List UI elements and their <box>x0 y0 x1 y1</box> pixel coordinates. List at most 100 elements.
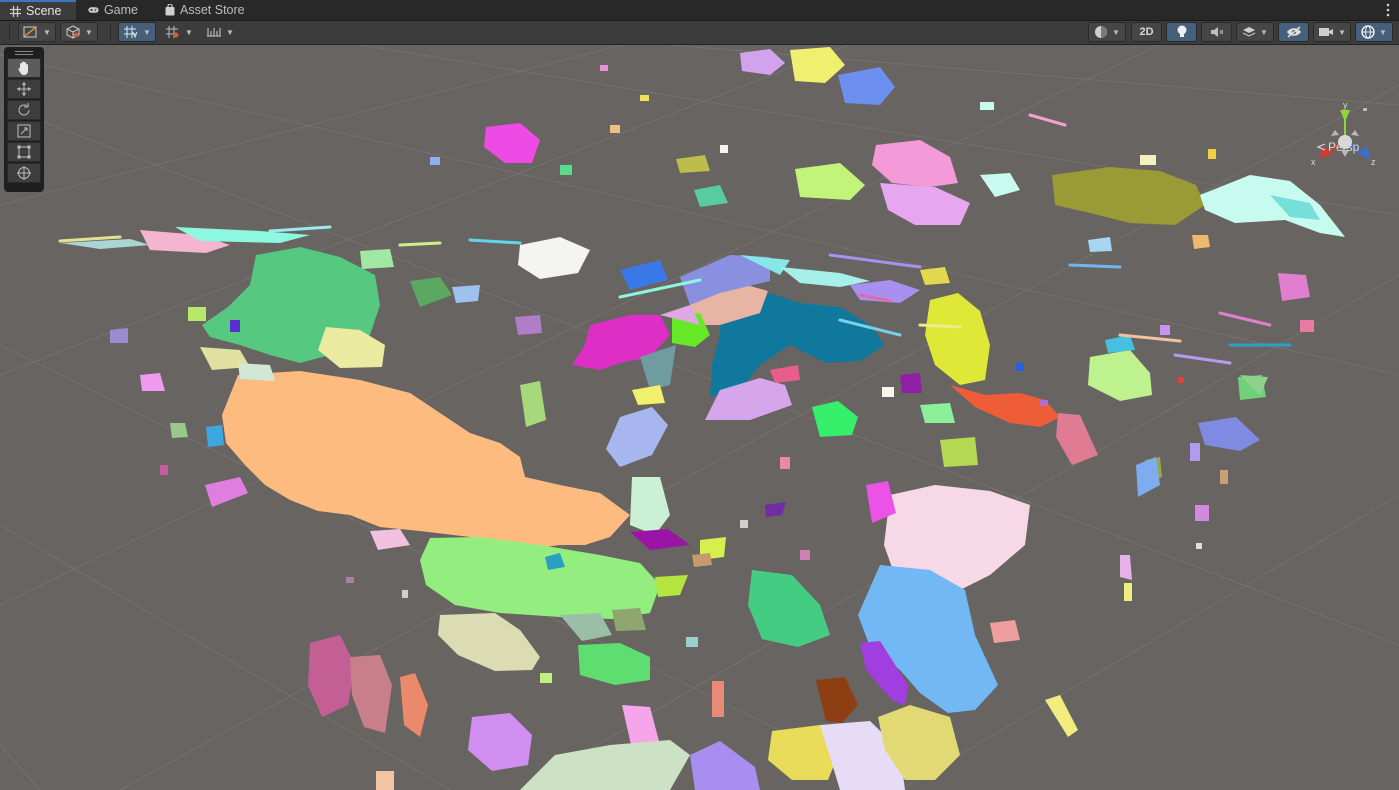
terrain-patch <box>518 237 590 279</box>
grid-snap-icon <box>124 26 138 39</box>
terrain-patch <box>360 249 394 269</box>
terrain-patch <box>920 267 950 285</box>
tab-label: Scene <box>26 4 62 18</box>
terrain-patch <box>520 740 690 790</box>
draw-mode-dropdown[interactable]: ▼ <box>18 22 56 42</box>
tab-label: Asset Store <box>180 3 245 17</box>
tab-scene[interactable]: Scene <box>0 0 76 20</box>
effects-dropdown[interactable]: ▼ <box>1236 22 1274 42</box>
scene-visibility-toggle[interactable] <box>1278 22 1309 42</box>
scale-icon <box>17 124 31 138</box>
camera-dropdown[interactable]: ▼ <box>1313 22 1351 42</box>
terrain-patch <box>1136 457 1160 497</box>
terrain-patch <box>790 47 845 83</box>
grid-snap-dropdown[interactable]: ▼ <box>118 22 156 42</box>
terrain-patch <box>1192 235 1210 249</box>
terrain-patch <box>612 608 646 631</box>
chevron-down-icon: ▼ <box>226 27 234 37</box>
projection-label: Persp <box>1328 140 1360 154</box>
terrain-patch <box>110 328 128 343</box>
terrain-patch <box>578 643 650 685</box>
terrain-patch <box>420 537 660 619</box>
move-tool[interactable] <box>7 79 41 99</box>
more-options-icon[interactable] <box>1385 2 1391 18</box>
lighting-toggle[interactable] <box>1166 22 1197 42</box>
terrain-patch <box>765 502 786 517</box>
tab-asset-store[interactable]: Asset Store <box>155 0 255 20</box>
terrain-patch <box>692 553 712 567</box>
terrain-patch <box>238 363 275 381</box>
cube-view-dropdown[interactable]: ▼ <box>60 22 98 42</box>
hand-tool[interactable] <box>7 58 41 78</box>
terrain-patch <box>980 173 1020 197</box>
hand-icon <box>18 61 28 76</box>
gizmos-dropdown[interactable]: ▼ <box>1355 22 1393 42</box>
terrain-patch <box>606 407 668 467</box>
draw-mode-icon <box>23 26 37 38</box>
terrain-patch <box>940 437 978 467</box>
grid-icon <box>10 5 21 17</box>
layers-icon <box>1242 27 1256 37</box>
shading-mode-dropdown[interactable]: ▼ <box>1088 22 1126 42</box>
terrain-patch <box>872 140 958 187</box>
scene-viewport[interactable]: y x z Persp <box>0 45 1399 790</box>
overlay-drag-handle[interactable] <box>7 49 41 57</box>
speaker-muted-icon <box>1210 27 1223 37</box>
ruler-icon <box>207 28 222 37</box>
tab-game[interactable]: Game <box>78 0 148 20</box>
terrain-patch <box>410 277 452 307</box>
terrain-patch <box>858 565 998 713</box>
grid-visibility-dropdown[interactable]: ▼ <box>160 22 198 42</box>
terrain-patch <box>880 183 970 225</box>
gizmo-z-label: z <box>1371 157 1376 167</box>
terrain-patch <box>1056 413 1098 465</box>
terrain-patch <box>838 67 895 105</box>
rotate-icon <box>18 103 30 116</box>
increment-snap-dropdown[interactable]: ▼ <box>201 22 239 42</box>
terrain-patch <box>1045 695 1078 737</box>
terrain-patch <box>318 327 385 368</box>
terrain-patch <box>438 613 540 671</box>
terrain-patch <box>308 635 355 717</box>
terrain-patch <box>676 155 710 173</box>
tools-overlay <box>4 47 44 192</box>
chevron-down-icon: ▼ <box>143 27 151 37</box>
terrain-patch <box>1200 175 1345 237</box>
terrain-patch <box>1052 167 1205 225</box>
projection-toggle[interactable]: Persp <box>1316 140 1359 154</box>
terrain-patch <box>400 673 428 737</box>
terrain-patch <box>222 371 630 550</box>
2d-toggle[interactable]: 2D <box>1131 22 1162 42</box>
gizmo-y-label: y <box>1343 100 1348 110</box>
eye-slash-icon <box>1286 26 1301 38</box>
transform-icon <box>17 166 31 180</box>
terrain-patch <box>632 385 665 405</box>
cube-icon <box>66 25 80 39</box>
rect-transform-icon <box>17 145 31 159</box>
terrain-patch <box>630 529 690 550</box>
terrain-patch <box>816 677 858 723</box>
rect-tool[interactable] <box>7 142 41 162</box>
terrain-patch <box>1088 237 1112 252</box>
rotate-tool[interactable] <box>7 100 41 120</box>
terrain-patch <box>780 267 870 287</box>
scene-render <box>0 45 1399 790</box>
scale-tool[interactable] <box>7 121 41 141</box>
terrain-patch <box>694 185 728 207</box>
terrain-patch <box>655 575 688 597</box>
shopping-bag-icon <box>165 4 175 16</box>
terrain-patch <box>484 123 540 163</box>
chevron-down-icon: ▼ <box>43 27 51 37</box>
terrain-patch <box>1120 555 1132 580</box>
terrain-patch <box>630 477 670 535</box>
tab-label: Game <box>103 3 138 17</box>
terrain-patch <box>770 365 800 383</box>
terrain-patch <box>812 401 858 437</box>
gizmo-x-label: x <box>1311 157 1316 167</box>
terrain-patch <box>748 570 830 647</box>
chevron-down-icon: ▼ <box>85 27 93 37</box>
audio-toggle[interactable] <box>1201 22 1232 42</box>
transform-tool[interactable] <box>7 163 41 183</box>
terrain-patch <box>515 315 542 335</box>
perspective-icon <box>1316 143 1326 151</box>
